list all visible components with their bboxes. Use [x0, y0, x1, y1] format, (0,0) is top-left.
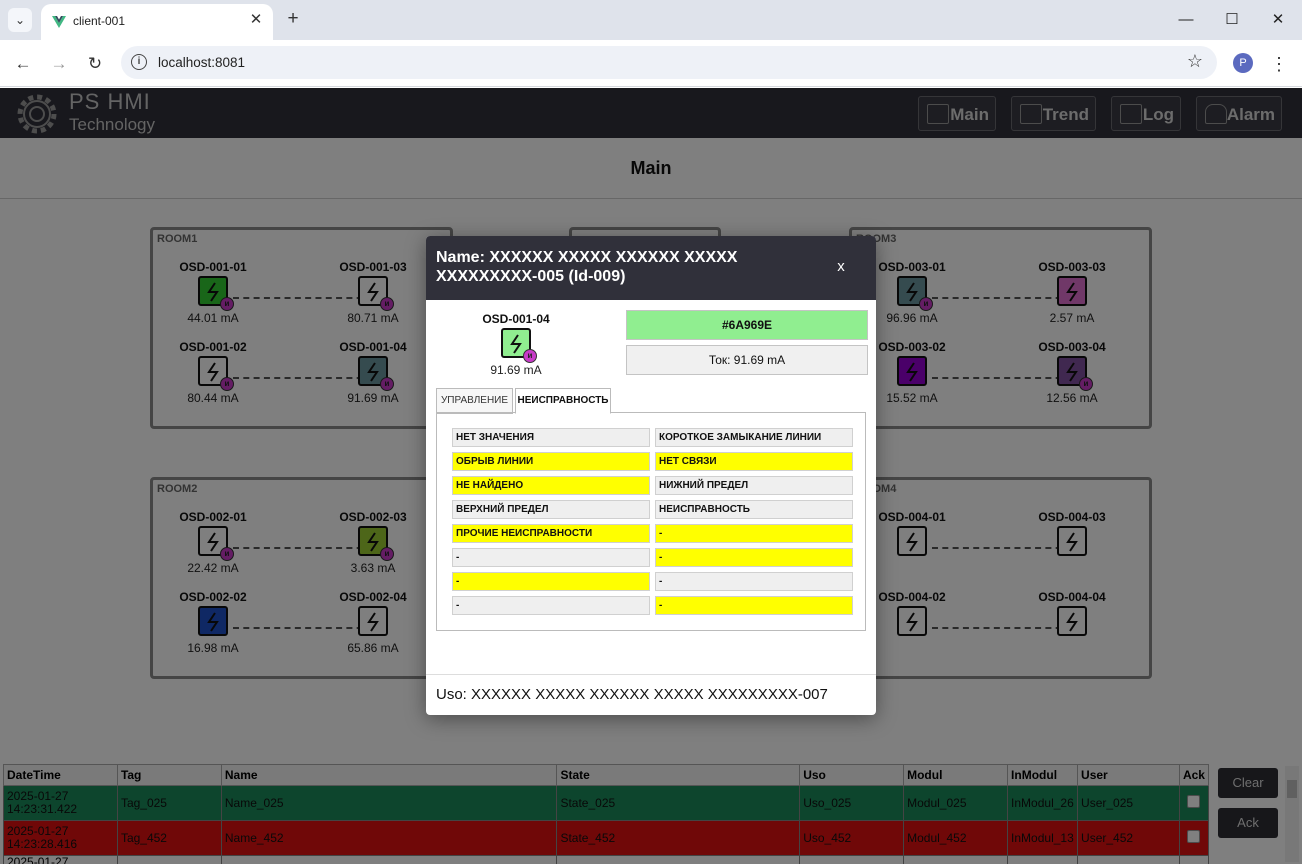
fault-indicator: НЕТ СВЯЗИ: [655, 452, 853, 471]
url-text[interactable]: localhost:8081: [158, 55, 245, 70]
fault-indicator: ВЕРХНИЙ ПРЕДЕЛ: [452, 500, 650, 519]
tab-faults[interactable]: НЕИСПРАВНОСТЬ: [515, 388, 611, 414]
modal-title: Name: XXXXXX XXXXX XXXXXX XXXXX XXXXXXXX…: [436, 249, 738, 285]
reload-icon[interactable]: ↻: [83, 52, 107, 76]
maximize-icon[interactable]: ☐: [1220, 8, 1244, 32]
modal-footer-uso: Uso: XXXXXX XXXXX XXXXXX XXXXX XXXXXXXXX…: [436, 686, 828, 703]
fault-indicator: -: [655, 524, 853, 543]
fault-indicator: -: [452, 548, 650, 567]
modal-device: OSD-001-04 и 91.69 mA: [466, 312, 566, 378]
modal-device-name: OSD-001-04: [482, 312, 550, 326]
fault-indicator: -: [655, 596, 853, 615]
profile-avatar[interactable]: P: [1233, 53, 1253, 73]
tab-close-icon[interactable]: ✕: [246, 10, 266, 30]
modal-header: Name: XXXXXX XXXXX XXXXXX XXXXX XXXXXXXX…: [426, 236, 876, 300]
modal-device-value: 91.69 mA: [490, 363, 542, 377]
fault-indicator: -: [655, 548, 853, 567]
fault-indicator: НЕИСПРАВНОСТЬ: [655, 500, 853, 519]
vue-logo-icon: [52, 16, 66, 28]
faults-panel: НЕТ ЗНАЧЕНИЯ КОРОТКОЕ ЗАМЫКАНИЕ ЛИНИИ ОБРЫ…: [436, 412, 866, 631]
tab-control[interactable]: УПРАВЛЕНИЕ: [436, 388, 513, 414]
site-info-icon[interactable]: i: [131, 54, 147, 70]
device-badge-icon: и: [523, 349, 537, 363]
divider: [426, 674, 876, 675]
device-modal: Name: XXXXXX XXXXX XXXXXX XXXXX XXXXXXXX…: [426, 236, 876, 715]
tab-title: client-001: [73, 14, 126, 28]
fault-indicator: НЕТ ЗНАЧЕНИЯ: [452, 428, 650, 447]
fault-indicator: -: [452, 596, 650, 615]
back-icon[interactable]: ←: [11, 52, 35, 76]
fault-indicator: НИЖНИЙ ПРЕДЕЛ: [655, 476, 853, 495]
minimize-icon[interactable]: —: [1174, 8, 1198, 32]
browser-tabstrip: ⌄ client-001 ✕ + — ☐ ✕: [0, 0, 1302, 40]
modal-close-button[interactable]: x: [832, 258, 850, 276]
bookmark-star-icon[interactable]: ☆: [1187, 51, 1203, 72]
tab-search-chevron-down-icon[interactable]: ⌄: [8, 8, 32, 32]
fault-indicator: -: [655, 572, 853, 591]
fault-indicator: -: [452, 572, 650, 591]
fault-indicator: ОБРЫВ ЛИНИИ: [452, 452, 650, 471]
fault-indicator: КОРОТКОЕ ЗАМЫКАНИЕ ЛИНИИ: [655, 428, 853, 447]
new-tab-plus-icon[interactable]: +: [282, 8, 304, 30]
address-bar[interactable]: i localhost:8081 ☆: [121, 46, 1217, 79]
current-field: Ток: 91.69 mA: [626, 345, 868, 375]
window-close-icon[interactable]: ✕: [1266, 8, 1290, 32]
forward-icon[interactable]: →: [47, 52, 71, 76]
browser-toolbar: ← → ↻ i localhost:8081 ☆ P ⋮: [0, 40, 1302, 87]
color-field: #6A969E: [626, 310, 868, 340]
fault-indicator: ПРОЧИЕ НЕИСПРАВНОСТИ: [452, 524, 650, 543]
kebab-menu-icon[interactable]: ⋮: [1270, 52, 1288, 76]
fault-indicator: НЕ НАЙДЕНО: [452, 476, 650, 495]
browser-tab[interactable]: client-001 ✕: [41, 4, 273, 40]
